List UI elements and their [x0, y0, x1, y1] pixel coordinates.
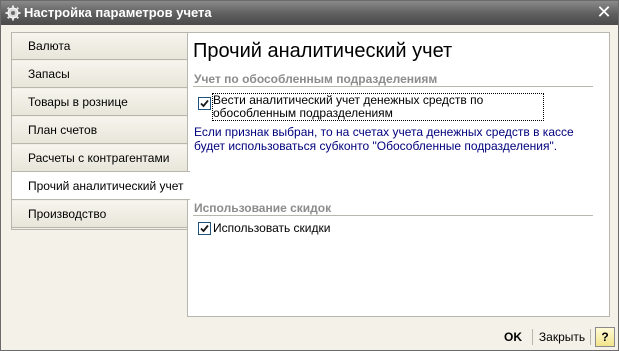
tab-list: Валюта Запасы Товары в рознице План счет… — [11, 32, 190, 230]
window-close-button[interactable]: ✕ — [594, 2, 614, 23]
section-title-subdivisions: Учет по обособленным подразделениям — [194, 72, 438, 86]
tab-currency[interactable]: Валюта — [12, 33, 188, 60]
discounts-checkbox[interactable] — [198, 222, 211, 235]
button-separator — [532, 329, 533, 345]
tab-label: План счетов — [28, 123, 98, 137]
tab-stocks[interactable]: Запасы — [12, 61, 188, 88]
button-bar: OK Закрыть ? — [1, 324, 618, 350]
tab-label: Запасы — [28, 67, 70, 81]
tab-retail-goods[interactable]: Товары в рознице — [12, 89, 188, 116]
button-separator — [590, 329, 591, 345]
settings-window: Настройка параметров учета ✕ Валюта Запа… — [0, 0, 619, 351]
section-divider — [193, 86, 593, 87]
help-icon: ? — [601, 330, 609, 344]
content-area: Валюта Запасы Товары в рознице План счет… — [10, 32, 610, 317]
help-button[interactable]: ? — [595, 327, 615, 347]
settings-panel: Прочий аналитический учет Учет по обособ… — [187, 32, 610, 317]
ok-button[interactable]: OK — [497, 327, 529, 347]
page-title: Прочий аналитический учет — [193, 40, 453, 62]
tab-label: Валюта — [28, 39, 71, 53]
discounts-checkbox-label[interactable]: Использовать скидки — [213, 222, 330, 235]
section-title-discounts: Использование скидок — [194, 201, 332, 215]
tab-label: Товары в рознице — [28, 95, 128, 109]
gear-icon — [5, 5, 21, 21]
tab-label: Прочий аналитический учет — [28, 179, 184, 193]
title-bar[interactable]: Настройка параметров учета ✕ — [1, 1, 618, 25]
checkmark-icon — [200, 99, 209, 108]
tab-settlements[interactable]: Расчеты с контрагентами — [12, 145, 188, 172]
window-title: Настройка параметров учета — [24, 5, 212, 20]
tab-production[interactable]: Производство — [12, 201, 188, 228]
tab-chart-of-accounts[interactable]: План счетов — [12, 117, 188, 144]
tab-label: Производство — [28, 207, 107, 221]
subdivisions-checkbox-label[interactable]: Вести аналитический учет денежных средст… — [212, 93, 544, 121]
close-button[interactable]: Закрыть — [537, 327, 587, 347]
checkmark-icon — [200, 224, 209, 233]
subdivisions-info-text: Если признак выбран, то на счетах учета … — [194, 125, 574, 153]
subdivisions-checkbox[interactable] — [198, 97, 211, 110]
close-icon: ✕ — [596, 2, 612, 23]
tab-other-analytics[interactable]: Прочий аналитический учет — [12, 171, 190, 200]
tab-label: Расчеты с контрагентами — [28, 151, 170, 165]
section-divider — [193, 215, 593, 216]
